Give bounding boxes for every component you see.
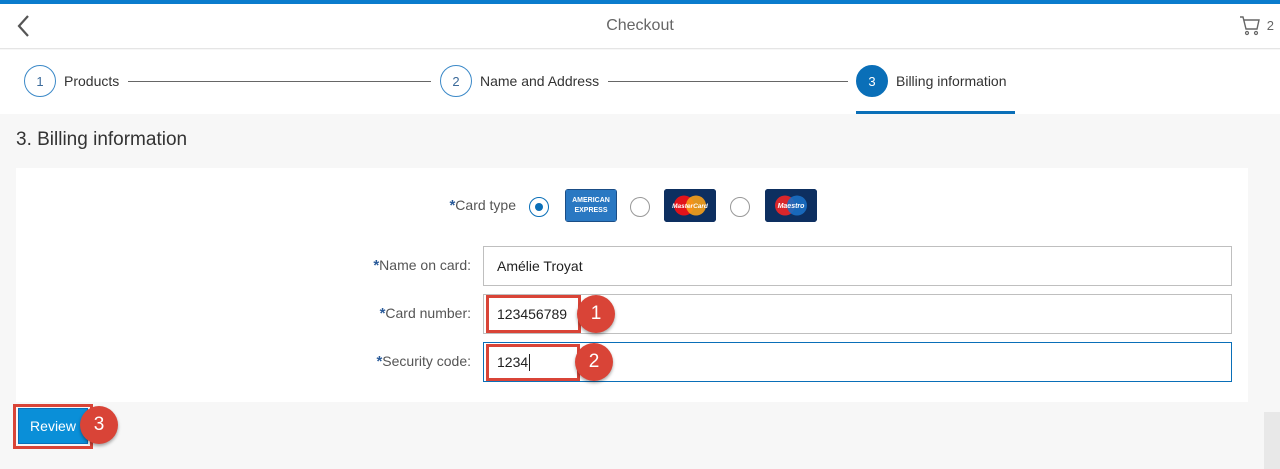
wizard-step-products[interactable]: 1 Products xyxy=(24,65,119,97)
name-on-card-input[interactable]: Amélie Troyat xyxy=(483,246,1232,286)
step-label: Name and Address xyxy=(480,73,600,89)
page-title: Checkout xyxy=(606,17,674,34)
card-number-label: *Card number: xyxy=(379,305,471,322)
step-connector xyxy=(608,81,848,82)
section-title: 3. Billing information xyxy=(16,129,188,150)
radio-amex[interactable] xyxy=(529,197,549,217)
radio-mastercard[interactable] xyxy=(630,197,650,217)
amex-logo-icon: AMERICAN EXPRESS xyxy=(565,189,617,222)
callout-badge-2: 2 xyxy=(575,343,613,381)
active-step-indicator xyxy=(856,111,1015,114)
svg-text:EXPRESS: EXPRESS xyxy=(574,207,607,214)
step-number: 2 xyxy=(440,65,472,97)
svg-text:MasterCard: MasterCard xyxy=(672,203,709,210)
cart-icon xyxy=(1239,16,1260,36)
step-number: 1 xyxy=(24,65,56,97)
callout-highlight-security-code xyxy=(486,344,580,381)
svg-text:AMERICAN: AMERICAN xyxy=(572,197,610,204)
scrollbar[interactable] xyxy=(1264,412,1280,469)
cart-count: 2 xyxy=(1266,17,1274,33)
wizard-progress: 1 Products 2 Name and Address 3 Billing … xyxy=(0,50,1280,114)
callout-highlight-card-number xyxy=(486,295,581,333)
callout-badge-3: 3 xyxy=(80,406,118,444)
step-label: Billing information xyxy=(896,73,1007,89)
top-bar: Checkout 2 xyxy=(0,0,1280,49)
step-connector xyxy=(128,81,431,82)
radio-maestro[interactable] xyxy=(730,197,750,217)
name-on-card-label: *Name on card: xyxy=(373,257,471,274)
callout-badge-1: 1 xyxy=(577,295,615,333)
security-code-label: *Security code: xyxy=(376,353,471,370)
review-button[interactable]: Review xyxy=(18,408,88,444)
step-number: 3 xyxy=(856,65,888,97)
wizard-step-name-address[interactable]: 2 Name and Address xyxy=(440,65,599,97)
wizard-step-billing[interactable]: 3 Billing information xyxy=(856,65,1007,97)
mastercard-logo-icon: MasterCard xyxy=(664,189,716,222)
card-type-label: *Card type xyxy=(449,197,516,214)
cart-button[interactable]: 2 xyxy=(1239,14,1274,36)
step-label: Products xyxy=(64,73,120,89)
svg-text:Maestro: Maestro xyxy=(778,203,806,210)
maestro-logo-icon: Maestro xyxy=(765,189,817,222)
